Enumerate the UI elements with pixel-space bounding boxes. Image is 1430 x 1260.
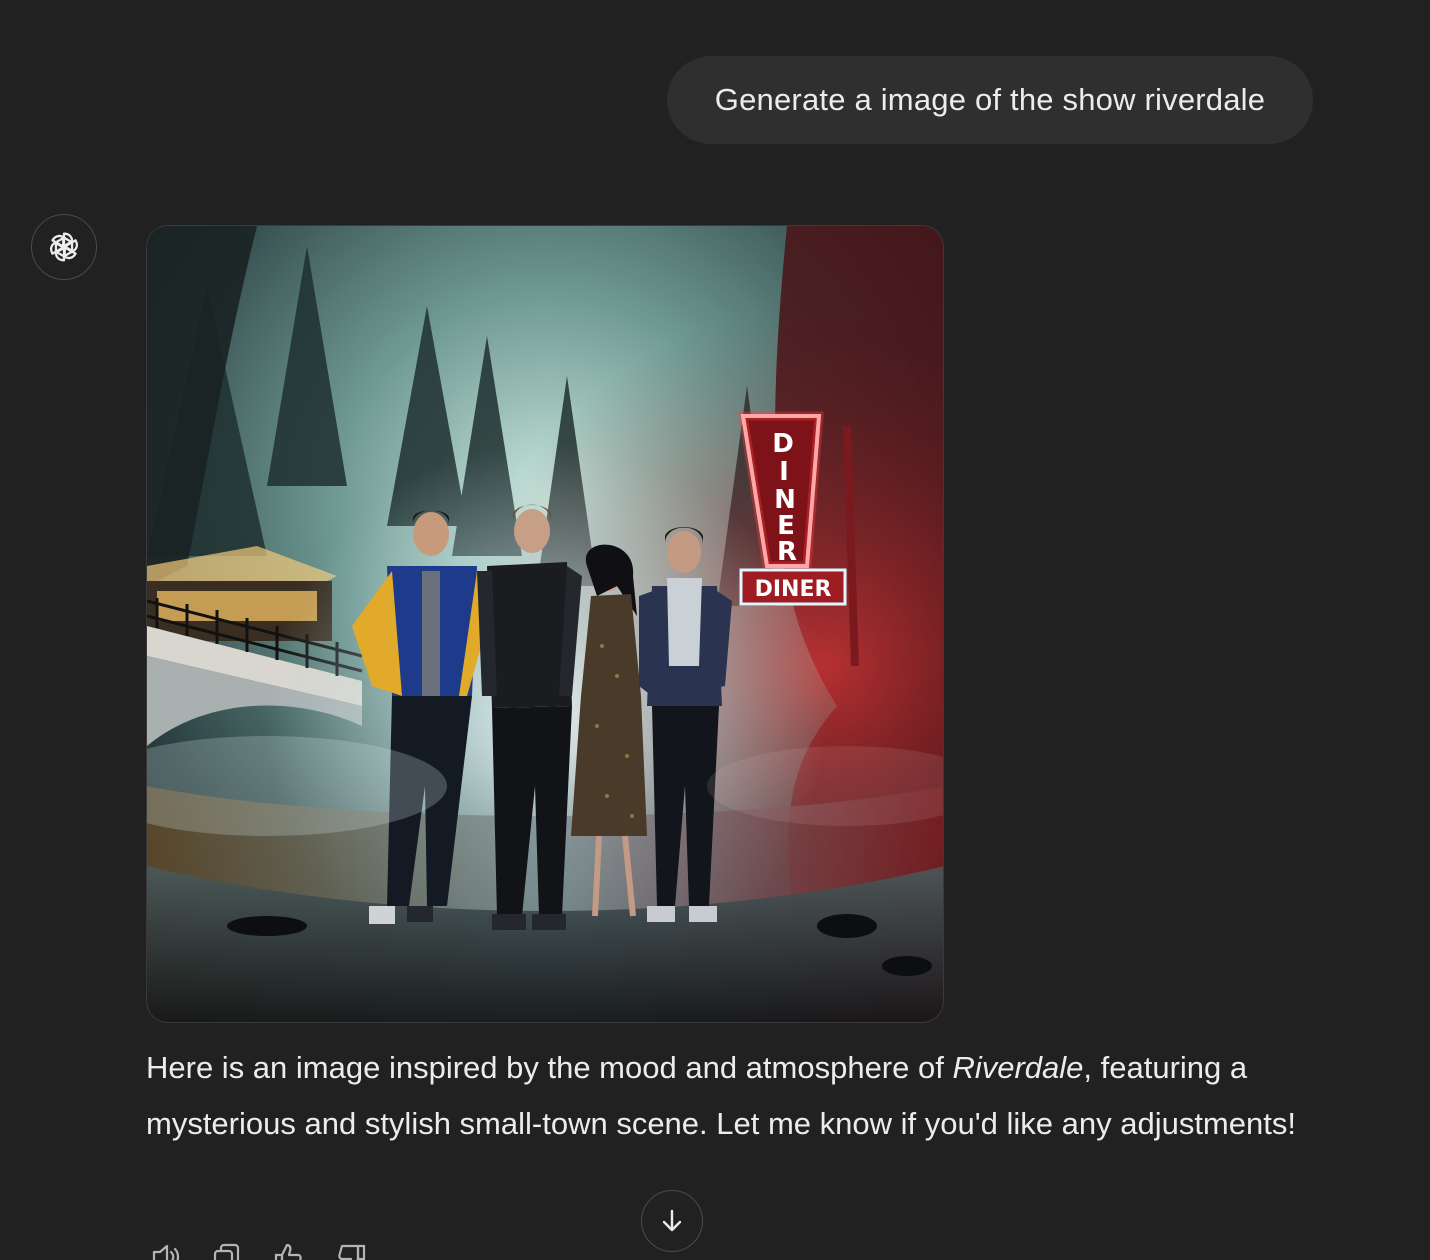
assistant-avatar	[31, 214, 97, 280]
response-italic-title: Riverdale	[952, 1050, 1084, 1085]
speaker-icon	[152, 1244, 180, 1260]
good-response-button[interactable]	[272, 1240, 306, 1260]
figures	[352, 504, 732, 930]
copy-button[interactable]	[210, 1240, 244, 1260]
bad-response-button[interactable]	[334, 1240, 368, 1260]
scroll-to-bottom-button[interactable]	[641, 1190, 703, 1252]
user-message-text: Generate a image of the show riverdale	[714, 82, 1266, 117]
read-aloud-button[interactable]	[148, 1240, 182, 1260]
riverdale-scene: D I N E R DINER	[147, 226, 943, 1022]
message-actions	[148, 1240, 368, 1260]
sign-letter-d: D	[772, 429, 794, 459]
copy-icon	[213, 1243, 240, 1260]
sign-letter-r: R	[777, 537, 797, 567]
response-part-before: Here is an image inspired by the mood an…	[146, 1050, 953, 1085]
generated-image[interactable]: D I N E R DINER	[146, 225, 944, 1023]
assistant-response-text: Here is an image inspired by the mood an…	[146, 1040, 1336, 1152]
chat-page: Generate a image of the show riverdale D…	[0, 0, 1430, 1260]
user-message-bubble: Generate a image of the show riverdale	[667, 56, 1313, 144]
sign-letter-i: I	[779, 457, 789, 487]
sign-horizontal-text: DINER	[755, 577, 832, 602]
openai-logo-icon	[47, 232, 81, 262]
arrow-down-icon	[662, 1209, 682, 1232]
thumbs-down-icon	[338, 1244, 366, 1260]
thumbs-up-icon	[274, 1243, 302, 1260]
